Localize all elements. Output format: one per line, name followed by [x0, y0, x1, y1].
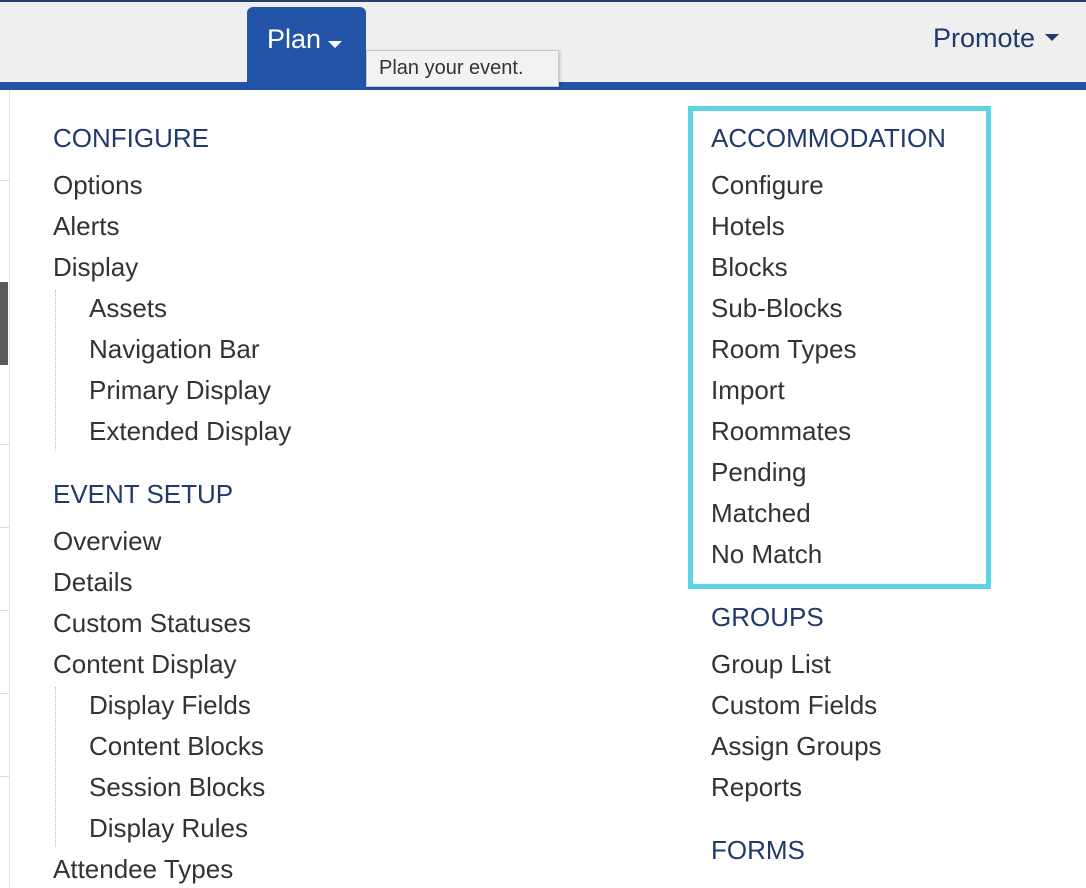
menu-item-overview[interactable]: Overview [53, 526, 161, 557]
background-divider [0, 444, 9, 445]
menu-item-alerts[interactable]: Alerts [53, 211, 119, 242]
menu-item-assign-groups[interactable]: Assign Groups [711, 731, 882, 762]
menu-item-options[interactable]: Options [53, 170, 143, 201]
plan-menu-tab[interactable]: Plan [247, 7, 366, 83]
menu-item-assets[interactable]: Assets [89, 293, 167, 324]
menu-item-display-rules[interactable]: Display Rules [89, 813, 248, 844]
menu-item-extended-display[interactable]: Extended Display [89, 416, 291, 447]
background-divider [0, 776, 9, 777]
menu-item-pending[interactable]: Pending [711, 457, 806, 488]
menu-item-content-display[interactable]: Content Display [53, 649, 237, 680]
menu-item-session-blocks[interactable]: Session Blocks [89, 772, 265, 803]
submenu-guide-line [55, 687, 56, 847]
background-divider [0, 527, 9, 528]
plan-menu-label: Plan [267, 24, 322, 54]
menu-item-display-fields[interactable]: Display Fields [89, 690, 251, 721]
chevron-down-icon [1045, 34, 1060, 42]
section-heading-groups: GROUPS [711, 602, 824, 632]
section-heading-accommodation: ACCOMMODATION [711, 123, 946, 153]
submenu-guide-line [55, 290, 56, 450]
menu-item-matched[interactable]: Matched [711, 498, 811, 529]
menu-item-sub-blocks[interactable]: Sub-Blocks [711, 293, 843, 324]
section-heading-forms: FORMS [711, 835, 805, 865]
menu-item-attendee-types[interactable]: Attendee Types [53, 854, 233, 885]
plan-tooltip: Plan your event. [366, 50, 559, 87]
background-divider [0, 693, 9, 694]
menu-item-hotels[interactable]: Hotels [711, 211, 785, 242]
menu-item-reports[interactable]: Reports [711, 772, 802, 803]
menu-item-primary-display[interactable]: Primary Display [89, 375, 271, 406]
menu-item-group-list[interactable]: Group List [711, 649, 831, 680]
menu-item-no-match[interactable]: No Match [711, 539, 822, 570]
section-heading-configure: CONFIGURE [53, 123, 209, 153]
menu-item-roommates[interactable]: Roommates [711, 416, 851, 447]
promote-menu-tab[interactable]: Promote [933, 23, 1060, 54]
menu-item-custom-fields[interactable]: Custom Fields [711, 690, 877, 721]
menu-item-navigation-bar[interactable]: Navigation Bar [89, 334, 260, 365]
background-page-edge [0, 90, 10, 888]
background-divider [0, 610, 9, 611]
menu-item-import[interactable]: Import [711, 375, 785, 406]
menu-item-custom-statuses[interactable]: Custom Statuses [53, 608, 251, 639]
menu-item-details[interactable]: Details [53, 567, 132, 598]
menu-item-configure[interactable]: Configure [711, 170, 824, 201]
menu-item-blocks[interactable]: Blocks [711, 252, 788, 283]
menu-item-content-blocks[interactable]: Content Blocks [89, 731, 264, 762]
background-divider [0, 180, 9, 181]
section-heading-event-setup: EVENT SETUP [53, 479, 234, 509]
background-scroll-block [0, 282, 8, 365]
menu-item-display[interactable]: Display [53, 252, 138, 283]
promote-menu-label: Promote [933, 23, 1036, 53]
chevron-down-icon [328, 41, 342, 48]
menu-item-room-types[interactable]: Room Types [711, 334, 856, 365]
